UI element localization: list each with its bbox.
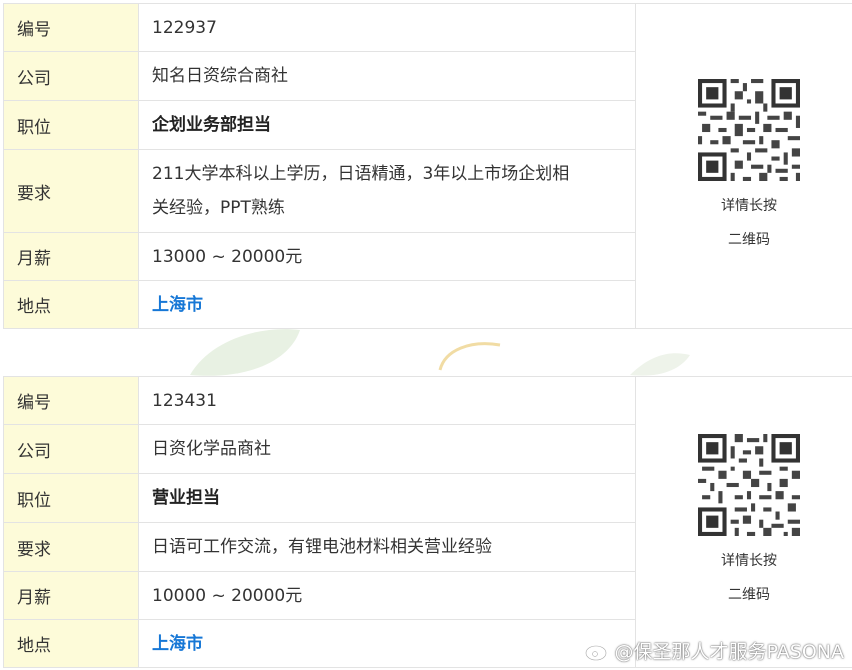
field-label: 月薪 [3,571,139,620]
job-id: 122937 [138,3,636,52]
job-listing-card: 编号 122937 详情长按 二维码 公司 知名日资综合商社 职位 企划业务部担… [3,3,852,329]
qr-code-icon[interactable] [698,434,800,536]
qr-caption-long-press: 详情长按 [721,198,777,214]
monthly-salary: 13000 ~ 20000元 [138,232,636,281]
field-label: 地点 [3,619,139,668]
qr-panel: 详情长按 二维码 [635,3,852,329]
job-requirements: 211大学本科以上学历，日语精通，3年以上市场企划相 关经验，PPT熟练 [138,149,636,233]
weibo-logo-icon [584,642,610,661]
location-link[interactable]: 上海市 [138,280,636,329]
job-position: 营业担当 [138,473,636,523]
company-name: 知名日资综合商社 [138,51,636,101]
field-label: 职位 [3,473,139,523]
qr-caption-qrcode: 二维码 [728,232,770,248]
requirements-line: 关经验，PPT熟练 [152,198,285,218]
field-label: 职位 [3,100,139,150]
qr-code-icon[interactable] [698,79,800,181]
field-label: 编号 [3,376,139,425]
company-name: 日资化学品商社 [138,424,636,474]
field-label: 地点 [3,280,139,329]
location-link[interactable]: 上海市 [138,619,636,668]
job-listing-card: 编号 123431 详情长按 二维码 公司 日资化学品商社 职位 营业担当 要求… [3,376,852,668]
weibo-watermark: @保圣那人才服务PASONA [584,637,844,664]
field-label: 公司 [3,424,139,474]
requirements-line: 211大学本科以上学历，日语精通，3年以上市场企划相 [152,164,570,184]
field-label: 公司 [3,51,139,101]
monthly-salary: 10000 ~ 20000元 [138,571,636,620]
field-label: 月薪 [3,232,139,281]
watermark-text: @保圣那人才服务PASONA [614,641,844,663]
qr-caption-long-press: 详情长按 [721,553,777,569]
job-position: 企划业务部担当 [138,100,636,150]
field-label: 编号 [3,3,139,52]
job-id: 123431 [138,376,636,425]
field-label: 要求 [3,522,139,572]
qr-caption-qrcode: 二维码 [728,587,770,603]
job-requirements: 日语可工作交流，有锂电池材料相关营业经验 [138,522,636,572]
field-label: 要求 [3,149,139,233]
qr-panel: 详情长按 二维码 [635,376,852,668]
